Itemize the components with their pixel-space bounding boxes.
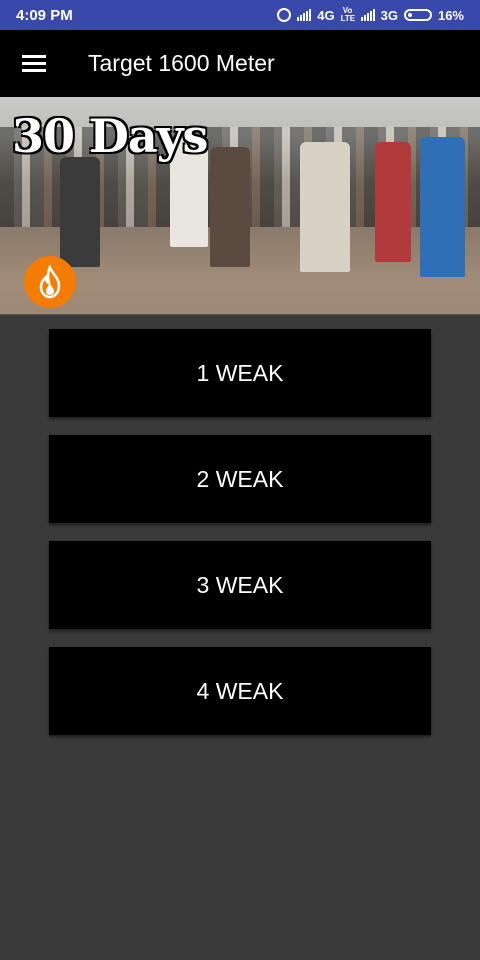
battery-icon: [403, 9, 432, 21]
volte-icon: Vo LTE: [340, 6, 356, 23]
week-4-button[interactable]: 4 WEAK: [49, 647, 431, 735]
runner-figure: [375, 142, 411, 262]
banner-title: 30 Days: [12, 109, 208, 163]
runner-figure: [420, 137, 465, 277]
week-1-button[interactable]: 1 WEAK: [49, 329, 431, 417]
app-title: Target 1600 Meter: [88, 50, 275, 76]
fire-badge[interactable]: [24, 256, 76, 308]
runner-figure: [60, 157, 100, 267]
signal-icon-2: [360, 9, 375, 21]
alarm-icon: [277, 8, 292, 22]
battery-percent: 16%: [437, 7, 464, 23]
week-3-button[interactable]: 3 WEAK: [49, 541, 431, 629]
runner-figure: [300, 142, 350, 272]
menu-button[interactable]: [0, 30, 90, 97]
fire-icon: [39, 265, 61, 299]
status-bar: 4:09 PM 4G Vo LTE 3G 16%: [0, 0, 480, 30]
status-time: 4:09 PM: [16, 6, 73, 24]
runner-figure: [210, 147, 250, 267]
network-type-2: 3G: [380, 7, 398, 23]
week-2-button[interactable]: 2 WEAK: [49, 435, 431, 523]
status-icons: 4G Vo LTE 3G 16%: [277, 7, 464, 23]
signal-icon: [297, 9, 312, 21]
app-bar: Target 1600 Meter: [0, 30, 480, 97]
hamburger-menu-icon: [22, 55, 46, 72]
network-type-1: 4G: [317, 7, 335, 23]
